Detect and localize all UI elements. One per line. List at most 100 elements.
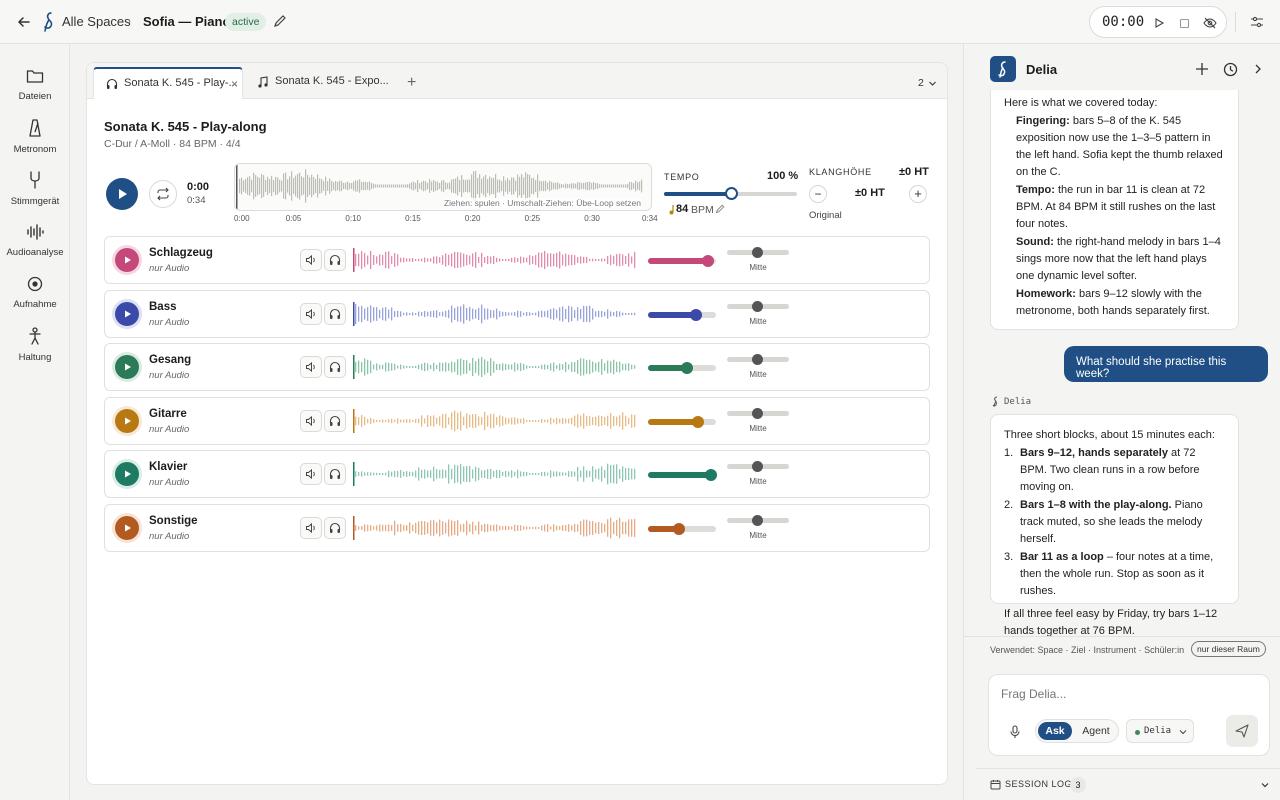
message-list: Fingering: bars 5–8 of the K. 545 exposi… bbox=[1004, 113, 1225, 320]
folder-icon bbox=[0, 66, 70, 86]
chevron-down-icon[interactable] bbox=[1260, 780, 1270, 790]
plus-icon[interactable] bbox=[1194, 61, 1210, 77]
track-play-button[interactable] bbox=[115, 408, 139, 433]
pitch-up-button[interactable]: + bbox=[909, 185, 927, 203]
track-volume-handle[interactable] bbox=[672, 523, 685, 535]
track-pan-slider[interactable] bbox=[727, 247, 789, 258]
track-row: Sonstige nur Audio Mitte bbox=[104, 504, 930, 552]
tab-exposition[interactable]: Sonata K. 545 - Expo... bbox=[245, 67, 395, 99]
track-row: Gesang nur Audio Mitte bbox=[104, 343, 930, 392]
context-text: Verwendet: Space · Ziel · Instrument · S… bbox=[990, 645, 1185, 655]
context-scope-pill[interactable]: nur dieser Raum bbox=[1191, 641, 1266, 657]
track-play-button[interactable] bbox=[115, 301, 139, 326]
chevron-right-icon[interactable] bbox=[1250, 61, 1266, 77]
track-source: nur Audio bbox=[149, 370, 190, 382]
track-volume-slider[interactable] bbox=[648, 255, 716, 267]
tab-count-dropdown[interactable]: 2 bbox=[918, 77, 924, 89]
session-log-bar[interactable]: SESSION LOG 3 bbox=[976, 768, 1280, 800]
track-pan-handle[interactable] bbox=[752, 354, 763, 366]
loop-button[interactable] bbox=[149, 180, 177, 208]
track-pan-handle[interactable] bbox=[752, 515, 763, 526]
rail-label: Audioanalyse bbox=[6, 247, 64, 258]
ask-input[interactable] bbox=[1001, 685, 1251, 703]
back-arrow-icon[interactable] bbox=[14, 12, 34, 32]
rail-item-haltung[interactable]: Haltung bbox=[0, 326, 70, 372]
track-pan-handle[interactable] bbox=[752, 300, 763, 312]
track-solo-button[interactable] bbox=[324, 302, 346, 325]
track-volume-slider[interactable] bbox=[648, 415, 716, 428]
track-volume-slider[interactable] bbox=[648, 362, 716, 375]
tab-play-along[interactable]: Sonata K. 545 - Play-... × bbox=[93, 67, 243, 99]
master-waveform[interactable]: Ziehen: spulen · Umschalt-Ziehen: Übe-Lo… bbox=[234, 163, 652, 211]
sliders-icon[interactable] bbox=[1248, 13, 1266, 31]
track-volume-handle[interactable] bbox=[705, 469, 718, 482]
play-button[interactable] bbox=[106, 178, 138, 210]
track-mute-button[interactable] bbox=[300, 302, 322, 325]
pencil-icon[interactable] bbox=[272, 13, 288, 29]
track-volume-handle[interactable] bbox=[689, 308, 702, 321]
track-waveform[interactable] bbox=[353, 407, 637, 435]
track-pan-label: Mitte bbox=[749, 423, 767, 433]
track-pan-handle[interactable] bbox=[752, 247, 763, 258]
tempo-slider[interactable] bbox=[664, 187, 797, 200]
track-solo-button[interactable] bbox=[324, 463, 346, 486]
pencil-icon[interactable] bbox=[715, 204, 725, 214]
track-volume-slider[interactable] bbox=[648, 308, 716, 321]
track-mute-button[interactable] bbox=[300, 409, 322, 432]
track-pan-handle[interactable] bbox=[752, 407, 763, 419]
model-selector[interactable]: Delia bbox=[1126, 719, 1194, 743]
track-solo-button[interactable] bbox=[324, 249, 346, 271]
track-waveform[interactable] bbox=[353, 300, 637, 328]
track-solo-button[interactable] bbox=[324, 409, 346, 432]
track-volume-slider[interactable] bbox=[648, 523, 716, 535]
track-solo-button[interactable] bbox=[324, 356, 346, 379]
track-volume-handle[interactable] bbox=[701, 255, 714, 267]
rail-item-dateien[interactable]: Dateien bbox=[0, 66, 70, 112]
track-mute-button[interactable] bbox=[300, 249, 322, 271]
track-play-button[interactable] bbox=[115, 462, 139, 487]
track-volume-handle[interactable] bbox=[692, 415, 705, 428]
mode-agent-button[interactable]: Agent bbox=[1076, 722, 1116, 740]
track-mute-button[interactable] bbox=[300, 517, 322, 539]
track-pan-slider[interactable] bbox=[727, 300, 789, 312]
pitch-down-button[interactable]: − bbox=[809, 185, 827, 203]
clock-icon[interactable] bbox=[1222, 61, 1238, 77]
mode-ask-button[interactable]: Ask bbox=[1038, 722, 1072, 740]
track-volume-slider[interactable] bbox=[648, 469, 718, 482]
track-solo-button[interactable] bbox=[324, 517, 346, 539]
rail-item-metronom[interactable]: Metronom bbox=[0, 118, 70, 164]
track-pan-slider[interactable] bbox=[727, 407, 789, 419]
track-play-button[interactable] bbox=[115, 248, 139, 272]
chevron-down-icon[interactable] bbox=[927, 78, 937, 88]
play-icon[interactable] bbox=[1151, 15, 1167, 31]
track-play-button[interactable] bbox=[115, 355, 139, 380]
tab-close-button[interactable]: × bbox=[231, 77, 238, 91]
eye-off-icon[interactable] bbox=[1202, 15, 1218, 31]
stop-icon[interactable] bbox=[1176, 15, 1192, 31]
chat-thread[interactable]: Here is what we covered today: Fingering… bbox=[964, 90, 1280, 636]
track-mute-button[interactable] bbox=[300, 463, 322, 486]
rail-item-audioanalyse[interactable]: Audioanalyse bbox=[0, 222, 70, 268]
rail-item-aufnahme[interactable]: Aufnahme bbox=[0, 274, 70, 320]
breadcrumb-spaces-link[interactable]: Alle Spaces bbox=[62, 14, 131, 29]
track-waveform[interactable] bbox=[353, 460, 637, 488]
track-pan-slider[interactable] bbox=[727, 461, 789, 473]
track-pan-label: Mitte bbox=[749, 370, 767, 380]
track-waveform[interactable] bbox=[353, 353, 637, 381]
send-button[interactable] bbox=[1226, 715, 1258, 747]
track-waveform[interactable] bbox=[353, 246, 637, 274]
rail-item-stimmgeraet[interactable]: Stimmgerät bbox=[0, 170, 70, 216]
add-tab-button[interactable]: + bbox=[407, 74, 416, 92]
timeline-tick: 0:10 bbox=[345, 214, 361, 223]
track-pan-slider[interactable] bbox=[727, 354, 789, 366]
track-pan-slider[interactable] bbox=[727, 515, 789, 526]
assistant-label: Delia bbox=[1004, 397, 1032, 407]
track-waveform[interactable] bbox=[353, 514, 637, 542]
track-volume-handle[interactable] bbox=[680, 362, 693, 375]
track-play-button[interactable] bbox=[115, 516, 139, 540]
tempo-slider-handle[interactable] bbox=[724, 187, 738, 200]
track-pan-handle[interactable] bbox=[752, 461, 763, 473]
track-mute-button[interactable] bbox=[300, 356, 322, 379]
microphone-icon[interactable] bbox=[1007, 724, 1023, 740]
app-logo-icon[interactable] bbox=[40, 11, 58, 33]
